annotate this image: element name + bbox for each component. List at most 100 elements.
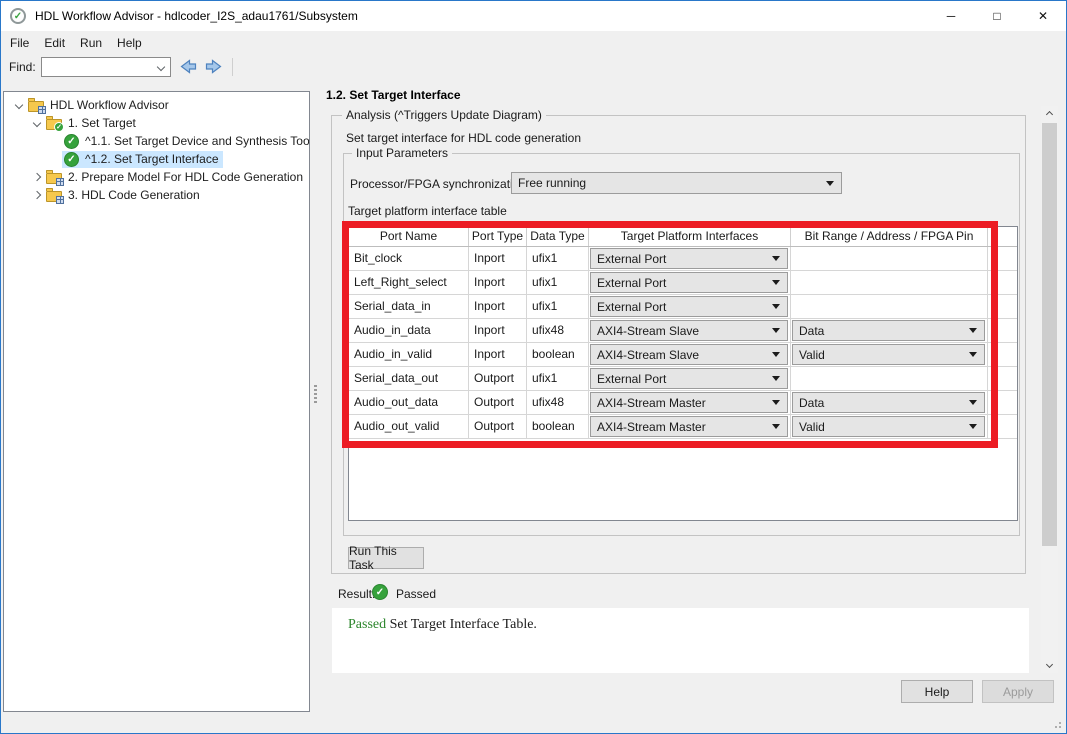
find-previous-button[interactable] xyxy=(179,59,197,74)
interface-dropdown[interactable]: External Port xyxy=(590,272,788,293)
run-this-task-button[interactable]: Run This Task xyxy=(348,547,424,569)
column-header: Port Type xyxy=(469,227,527,246)
check-circle-icon: ✓ xyxy=(64,134,79,149)
interface-dropdown[interactable]: AXI4-Stream Master xyxy=(590,392,788,413)
data-type-cell: ufix1 xyxy=(527,271,589,294)
scroll-up-button[interactable] xyxy=(1041,106,1058,123)
interface-dropdown[interactable]: External Port xyxy=(590,368,788,389)
window-title: HDL Workflow Advisor - hdlcoder_I2S_adau… xyxy=(35,9,358,23)
result-message-status: Passed xyxy=(348,617,386,632)
result-message-box: Passed Set Target Interface Table. xyxy=(332,608,1029,673)
dropdown-arrow-icon xyxy=(772,424,780,429)
column-header: Port Name xyxy=(349,227,469,246)
chevron-down-icon[interactable] xyxy=(11,96,26,114)
bit-range-dropdown[interactable]: Data xyxy=(792,392,985,413)
apply-button[interactable]: Apply xyxy=(982,680,1054,703)
help-button[interactable]: Help xyxy=(901,680,973,703)
menu-edit[interactable]: Edit xyxy=(44,36,65,50)
column-header: Target Platform Interfaces xyxy=(589,227,791,246)
interface-cell: AXI4-Stream Master xyxy=(589,391,791,414)
table-row: Audio_in_dataInportufix48AXI4-Stream Sla… xyxy=(349,319,1017,343)
bit-range-dropdown-value: Data xyxy=(793,392,969,413)
find-input[interactable] xyxy=(41,57,171,77)
bit-range-cell: Data xyxy=(791,319,988,342)
table-label: Target platform interface table xyxy=(348,204,507,218)
chevron-down-icon[interactable] xyxy=(29,114,44,132)
interface-dropdown-value: AXI4-Stream Master xyxy=(591,392,772,413)
dropdown-arrow-icon xyxy=(969,328,977,333)
dropdown-arrow-icon xyxy=(969,352,977,357)
tree-item[interactable]: HDL Workflow Advisor xyxy=(4,96,309,114)
close-button[interactable]: ✕ xyxy=(1020,1,1066,31)
titlebar: ✓ HDL Workflow Advisor - hdlcoder_I2S_ad… xyxy=(1,1,1066,31)
tree-item[interactable]: ✓1. Set Target xyxy=(4,114,309,132)
folder-icon xyxy=(46,191,62,202)
find-next-button[interactable] xyxy=(205,59,223,74)
interface-dropdown-value: External Port xyxy=(591,368,772,389)
interface-cell: AXI4-Stream Slave xyxy=(589,343,791,366)
tree-item-label: 3. HDL Code Generation xyxy=(68,188,200,202)
panel-splitter[interactable] xyxy=(310,91,321,712)
bit-range-dropdown[interactable]: Valid xyxy=(792,344,985,365)
interface-dropdown-value: AXI4-Stream Slave xyxy=(591,344,772,365)
chevron-up-icon xyxy=(1046,111,1053,118)
app-icon: ✓ xyxy=(10,8,26,24)
tree-item-label: 1. Set Target xyxy=(68,116,136,130)
table-row: Audio_out_dataOutportufix48AXI4-Stream M… xyxy=(349,391,1017,415)
bit-range-dropdown[interactable]: Data xyxy=(792,320,985,341)
port-type-cell: Inport xyxy=(469,247,527,270)
tree-item[interactable]: 2. Prepare Model For HDL Code Generation xyxy=(4,168,309,186)
interface-dropdown[interactable]: External Port xyxy=(590,248,788,269)
maximize-button[interactable]: □ xyxy=(974,1,1020,31)
scrollbar-thumb[interactable] xyxy=(1042,123,1057,546)
minimize-button[interactable]: ─ xyxy=(928,1,974,31)
bit-range-dropdown[interactable]: Valid xyxy=(792,416,985,437)
tree-item[interactable]: ✓ ^1.1. Set Target Device and Synthesis T… xyxy=(4,132,309,150)
port-name-cell: Serial_data_in xyxy=(349,295,469,318)
column-header: Data Type xyxy=(527,227,589,246)
interface-cell: AXI4-Stream Slave xyxy=(589,319,791,342)
scroll-down-button[interactable] xyxy=(1041,656,1058,673)
column-header: Bit Range / Address / FPGA Pin xyxy=(791,227,988,246)
interface-dropdown[interactable]: External Port xyxy=(590,296,788,317)
task-description: Set target interface for HDL code genera… xyxy=(346,131,581,145)
port-type-cell: Inport xyxy=(469,295,527,318)
interface-dropdown[interactable]: AXI4-Stream Slave xyxy=(590,320,788,341)
port-name-cell: Serial_data_out xyxy=(349,367,469,390)
port-name-cell: Bit_clock xyxy=(349,247,469,270)
chevron-right-icon[interactable] xyxy=(29,186,44,204)
vertical-scrollbar[interactable] xyxy=(1041,106,1058,673)
table-row: Audio_in_validInportbooleanAXI4-Stream S… xyxy=(349,343,1017,367)
interface-dropdown[interactable]: AXI4-Stream Slave xyxy=(590,344,788,365)
tree-item[interactable]: 3. HDL Code Generation xyxy=(4,186,309,204)
chevron-right-icon[interactable] xyxy=(29,168,44,186)
bit-range-cell: Valid xyxy=(791,343,988,366)
interface-dropdown[interactable]: AXI4-Stream Master xyxy=(590,416,788,437)
result-label: Result: xyxy=(338,587,375,601)
combo-arrow-icon xyxy=(156,62,164,70)
tree-item-label: ^1.2. Set Target Interface xyxy=(85,152,219,166)
tree-item-label: ^1.1. Set Target Device and Synthesis To… xyxy=(85,134,310,148)
input-parameters-legend: Input Parameters xyxy=(352,146,452,160)
port-type-cell: Outport xyxy=(469,391,527,414)
dropdown-arrow-icon xyxy=(969,400,977,405)
resize-grip-icon[interactable] xyxy=(1052,719,1061,728)
menu-help[interactable]: Help xyxy=(117,36,142,50)
port-name-cell: Audio_in_valid xyxy=(349,343,469,366)
bit-range-cell xyxy=(791,295,988,318)
workflow-tree: HDL Workflow Advisor✓1. Set Target✓^1.1.… xyxy=(3,91,310,712)
data-type-cell: ufix1 xyxy=(527,295,589,318)
interface-cell: External Port xyxy=(589,295,791,318)
tree-item[interactable]: ✓ ^1.2. Set Target Interface xyxy=(4,150,309,168)
check-circle-icon: ✓ xyxy=(64,152,79,167)
dropdown-arrow-icon xyxy=(969,424,977,429)
chevron-down-icon xyxy=(1046,661,1053,668)
menu-file[interactable]: File xyxy=(10,36,29,50)
folder-icon xyxy=(46,173,62,184)
data-type-cell: ufix48 xyxy=(527,319,589,342)
sync-dropdown[interactable]: Free running xyxy=(511,172,842,194)
bit-range-cell xyxy=(791,271,988,294)
menu-run[interactable]: Run xyxy=(80,36,102,50)
port-type-cell: Outport xyxy=(469,367,527,390)
port-type-cell: Inport xyxy=(469,271,527,294)
